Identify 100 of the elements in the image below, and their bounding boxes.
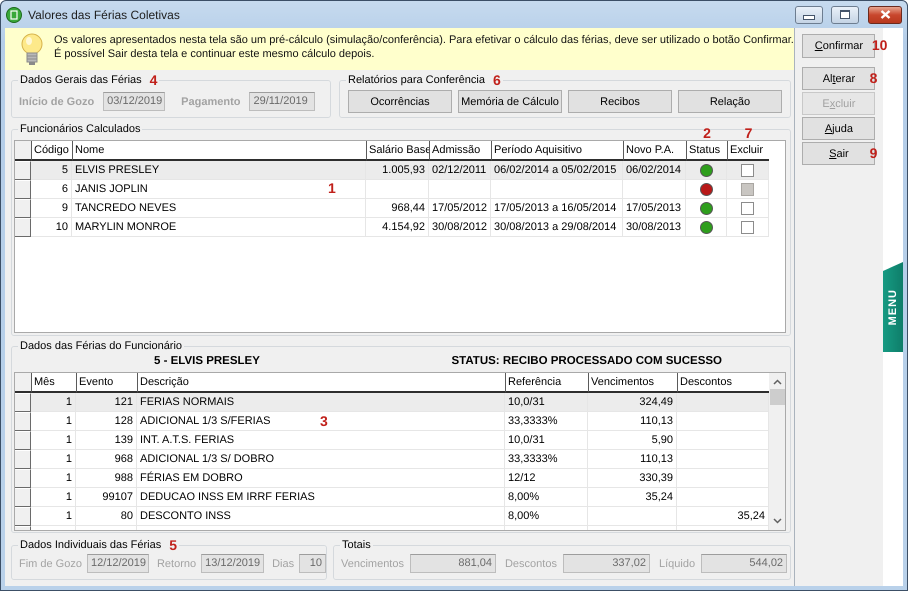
- column-header[interactable]: Mês: [31, 373, 76, 393]
- table-cell: DESCONTO INSS: [137, 507, 505, 526]
- table-cell: 35,24: [588, 488, 677, 507]
- table-row[interactable]: 1 968 ADICIONAL 1/3 S/ DOBRO 33,3333% 110,13: [15, 450, 769, 469]
- action-button[interactable]: Ajuda: [802, 117, 876, 140]
- status-text: STATUS: RECIBO PROCESSADO COM SUCESSO: [452, 355, 722, 367]
- table-cell: 9: [31, 199, 72, 218]
- close-button[interactable]: [868, 6, 902, 24]
- caret-down-icon[interactable]: [772, 518, 782, 524]
- table-cell: 324,49: [588, 393, 677, 412]
- table-row[interactable]: 1 80 DESCONTO INSS 8,00% 35,24: [15, 507, 769, 526]
- table-cell: 06/02/2014: [623, 161, 686, 180]
- group-title: Relatórios para Conferência: [348, 73, 485, 87]
- table-cell: 17/05/2013: [623, 199, 686, 218]
- input-field[interactable]: 544,02: [701, 554, 788, 573]
- table-row[interactable]: 1 988 FÉRIAS EM DOBRO 12/12 330,39: [15, 469, 769, 488]
- table-cell: 10: [31, 218, 72, 237]
- checkbox[interactable]: [741, 202, 754, 214]
- table-cell: 6: [31, 180, 72, 199]
- close-icon: [880, 10, 890, 19]
- table-cell: 10,0/31: [505, 393, 588, 412]
- checkbox[interactable]: [741, 220, 754, 234]
- table-cell: 1.005,93: [366, 161, 429, 180]
- input-field[interactable]: 29/11/2019: [249, 92, 316, 111]
- input-field[interactable]: 337,02: [562, 554, 650, 573]
- table-cell: 4.154,92: [366, 218, 429, 237]
- annotation-number: 1: [328, 181, 336, 195]
- caret-up-icon[interactable]: [772, 379, 782, 385]
- scroll-thumb[interactable]: [770, 389, 784, 405]
- table-cell: 988: [76, 469, 137, 488]
- input-field[interactable]: 12/12/2019: [86, 554, 149, 573]
- table-row[interactable]: 1 99107 DEDUCAO INSS EM IRRF FERIAS 8,00% 35,24: [15, 488, 769, 507]
- report-button[interactable]: Ocorrências: [348, 90, 452, 113]
- vertical-scrollbar[interactable]: [769, 373, 785, 530]
- field-label: Líquido: [658, 558, 696, 570]
- annotation-number: 5: [169, 538, 178, 552]
- table-row[interactable]: 9 TANCREDO NEVES 968,44 17/05/2012 17/05/2013 a 16/05/2014 17/05/2013: [15, 199, 769, 218]
- table-cell: 99107: [76, 488, 137, 507]
- field-label: Dias: [272, 558, 294, 570]
- table-cell: 5,90: [588, 431, 677, 450]
- annotation-number: 7: [744, 126, 754, 140]
- table-cell: 80: [76, 507, 137, 526]
- table-cell: TANCREDO NEVES: [72, 199, 366, 218]
- annotation-number: 3: [320, 414, 328, 428]
- input-field[interactable]: 881,04: [410, 554, 496, 573]
- table-row[interactable]: 1 139 INT. A.T.S. FERIAS 10,0/31 5,90: [15, 431, 769, 450]
- table-cell: 17/05/2012: [429, 199, 491, 218]
- report-button[interactable]: Recibos: [568, 90, 672, 113]
- report-button[interactable]: Memória de Cálculo: [458, 90, 562, 113]
- checkbox[interactable]: [741, 164, 754, 176]
- column-header[interactable]: Novo P.A.: [623, 141, 686, 161]
- table-cell: MARYLIN MONROE: [72, 218, 366, 237]
- maximize-button[interactable]: [831, 6, 859, 24]
- table-cell: 968,44: [366, 199, 429, 218]
- column-header[interactable]: Admissão: [429, 141, 491, 161]
- window-title: Valores das Férias Coletivas: [28, 8, 180, 22]
- group-title: Dados das Férias do Funcionário: [20, 339, 182, 353]
- column-header[interactable]: Evento: [76, 373, 137, 393]
- table-cell: 1: [31, 412, 76, 431]
- table-cell: ELVIS PRESLEY: [72, 161, 366, 180]
- annotation-number: 9: [870, 144, 878, 162]
- table-cell: 02/12/2011: [429, 161, 491, 180]
- column-header[interactable]: Vencimentos: [588, 373, 677, 393]
- row-header: [15, 141, 31, 161]
- field-label: Início de Gozo: [19, 96, 94, 108]
- table-cell: 1: [31, 393, 76, 412]
- column-header[interactable]: Nome: [72, 141, 366, 161]
- table-cell: 12/12: [505, 469, 588, 488]
- table-cell: 330,39: [588, 469, 677, 488]
- annotation-number: 2: [702, 126, 712, 140]
- input-field[interactable]: 03/12/2019: [103, 92, 166, 111]
- table-cell: 30/08/2013 a 29/08/2014: [491, 218, 623, 237]
- table-cell: DEDUCAO INSS EM IRRF FERIAS: [137, 488, 505, 507]
- table-cell: 8,00%: [505, 488, 588, 507]
- table-cell: 30/08/2012: [429, 218, 491, 237]
- table-cell: 1: [31, 469, 76, 488]
- table-cell: INT. A.T.S. FERIAS: [137, 431, 505, 450]
- column-header[interactable]: Referência: [505, 373, 588, 393]
- table-row[interactable]: 1 121 FERIAS NORMAIS 10,0/31 324,49: [15, 393, 769, 412]
- field-label: Retorno: [156, 558, 196, 570]
- table-cell: 1: [31, 450, 76, 469]
- table-cell: 139: [76, 431, 137, 450]
- field-label: Pagamento: [181, 96, 240, 108]
- minimize-button[interactable]: [795, 6, 823, 24]
- report-button[interactable]: Relação: [678, 90, 782, 113]
- input-field[interactable]: 13/12/2019: [201, 554, 264, 573]
- table-cell: 5: [31, 161, 72, 180]
- column-header[interactable]: Período Aquisitivo: [491, 141, 623, 161]
- app-icon: [6, 6, 22, 22]
- column-header[interactable]: Descrição: [137, 373, 505, 393]
- column-header[interactable]: Descontos: [677, 373, 769, 393]
- table-cell: 33,3333%: [505, 412, 588, 431]
- table-cell: FERIAS NORMAIS: [137, 393, 505, 412]
- field-label: Fim de Gozo: [19, 558, 82, 570]
- table-row[interactable]: 5 ELVIS PRESLEY 1.005,93 02/12/2011 06/02/2014 a 05/02/2015 06/02/2014: [15, 161, 769, 180]
- input-field[interactable]: 10: [299, 554, 326, 573]
- table-row[interactable]: 10 MARYLIN MONROE 4.154,92 30/08/2012 30/08/2013 a 29/08/2014 30/08/2013: [15, 218, 769, 237]
- table-cell: 06/02/2014 a 05/02/2015: [491, 161, 623, 180]
- column-header[interactable]: Código: [31, 141, 72, 161]
- menu-tab[interactable]: MENU: [883, 262, 903, 352]
